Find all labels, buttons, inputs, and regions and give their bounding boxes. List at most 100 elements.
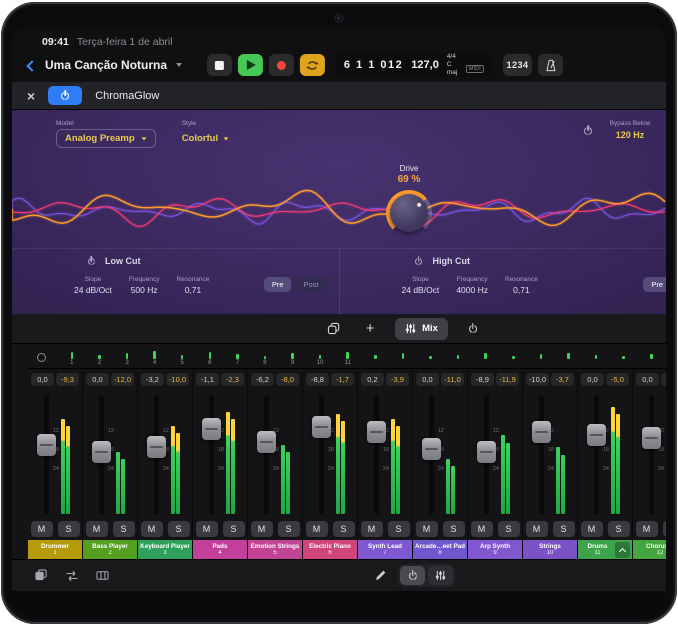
track-name-label[interactable]: Keyboard Player 3 [138, 540, 192, 559]
pan-value[interactable]: 0,0 [31, 373, 54, 386]
overview-slot[interactable]: 11 [334, 346, 362, 367]
volume-value[interactable]: -3,9 [386, 373, 409, 386]
bypass-control[interactable]: Bypass Below 120 Hz [610, 120, 651, 140]
track-name-label[interactable]: Synth Lead 7 [358, 540, 412, 559]
plugin-power-button[interactable] [48, 86, 82, 105]
faders-view-button[interactable] [428, 566, 453, 585]
overview-slot[interactable] [362, 346, 390, 367]
fader-handle[interactable] [477, 441, 496, 463]
bypass-power-icon[interactable] [583, 125, 594, 136]
mute-button[interactable]: M [581, 521, 603, 537]
fader-handle[interactable] [37, 434, 56, 456]
mute-button[interactable]: M [636, 521, 658, 537]
fader-handle[interactable] [147, 436, 166, 458]
stack-icon[interactable] [34, 569, 48, 582]
mute-button[interactable]: M [196, 521, 218, 537]
solo-button[interactable]: S [223, 521, 245, 537]
overview-slot[interactable]: 2 [86, 346, 114, 367]
track-name-label[interactable]: Bass Player 2 [83, 540, 137, 559]
model-select[interactable]: Analog Preamp [56, 129, 156, 148]
swap-icon[interactable] [65, 570, 79, 582]
overview-slot[interactable]: 5 [168, 346, 196, 367]
overview-slot[interactable] [472, 346, 500, 367]
volume-value[interactable]: -8,0 [276, 373, 299, 386]
duplicate-button[interactable] [321, 318, 345, 340]
mute-button[interactable]: M [416, 521, 438, 537]
overview-slot[interactable] [582, 346, 610, 367]
solo-button[interactable]: S [168, 521, 190, 537]
track-name-label[interactable]: Strings 10 [523, 540, 577, 559]
overview-slot[interactable] [417, 346, 445, 367]
fader-handle[interactable] [202, 418, 221, 440]
high-cut-frequency[interactable]: Frequency 4000 Hz [456, 276, 488, 295]
mute-button[interactable]: M [471, 521, 493, 537]
power-view-button[interactable] [400, 566, 425, 585]
overview-slot[interactable]: 1 [58, 346, 86, 367]
volume-value[interactable]: -5,0 [606, 373, 629, 386]
cycle-button[interactable] [300, 54, 325, 76]
track-name-label[interactable]: Pads 4 [193, 540, 247, 559]
overview-slot[interactable]: 8 [251, 346, 279, 367]
count-in-button[interactable]: 1234 [503, 54, 532, 76]
overview-slot[interactable] [389, 346, 417, 367]
add-track-button[interactable]: + [358, 318, 382, 340]
overview-slot[interactable] [637, 346, 665, 367]
solo-button[interactable]: S [58, 521, 80, 537]
overview-slot[interactable]: 10 [306, 346, 334, 367]
solo-button[interactable]: S [333, 521, 355, 537]
mute-button[interactable]: M [361, 521, 383, 537]
overview-slot[interactable] [500, 346, 528, 367]
close-icon[interactable]: × [27, 89, 35, 103]
overview-slot[interactable]: 6 [196, 346, 224, 367]
chevron-down-icon[interactable] [176, 63, 182, 67]
solo-button[interactable]: S [388, 521, 410, 537]
stop-button[interactable] [207, 54, 232, 76]
overview-slot[interactable] [610, 346, 638, 367]
pan-value[interactable]: 0,0 [86, 373, 109, 386]
play-button[interactable] [238, 54, 263, 76]
high-cut-power-icon[interactable] [414, 256, 424, 266]
fader-handle[interactable] [422, 438, 441, 460]
fader-handle[interactable] [642, 427, 661, 449]
overview-slot[interactable] [555, 346, 583, 367]
solo-button[interactable]: S [113, 521, 135, 537]
solo-button[interactable]: S [498, 521, 520, 537]
model-control[interactable]: Model Analog Preamp [56, 120, 156, 148]
record-button[interactable] [269, 54, 294, 76]
mute-button[interactable]: M [526, 521, 548, 537]
overview-slot[interactable]: 7 [224, 346, 252, 367]
pan-value[interactable]: -3,2 [141, 373, 164, 386]
pan-value[interactable]: 0,0 [581, 373, 604, 386]
low-cut-power-icon[interactable] [86, 256, 96, 266]
mixer-power-button[interactable] [461, 318, 485, 340]
fader-handle[interactable] [312, 416, 331, 438]
fader-handle[interactable] [367, 421, 386, 443]
mute-button[interactable]: M [306, 521, 328, 537]
fader-handle[interactable] [587, 424, 606, 446]
pencil-icon[interactable] [374, 569, 387, 582]
track-name-label[interactable]: Drummer 1 [28, 540, 82, 559]
mute-button[interactable]: M [31, 521, 53, 537]
solo-button[interactable]: S [443, 521, 465, 537]
solo-button[interactable]: S [278, 521, 300, 537]
volume-value[interactable]: -11,9 [496, 373, 519, 386]
overview-slot[interactable]: 9 [279, 346, 307, 367]
back-icon[interactable] [26, 60, 37, 71]
volume-value[interactable]: -1,7 [331, 373, 354, 386]
track-name-label[interactable]: Drums 11 [578, 540, 632, 559]
overview-all-icon[interactable] [37, 353, 46, 362]
mute-button[interactable]: M [86, 521, 108, 537]
high-cut-slope[interactable]: Slope 24 dB/Oct [402, 276, 440, 295]
track-name-label[interactable]: Emotion Strings 5 [248, 540, 302, 559]
volume-value[interactable]: -10,0 [166, 373, 189, 386]
volume-value[interactable]: -12,0 [111, 373, 134, 386]
pan-value[interactable]: -10,0 [526, 373, 549, 386]
lcd-display[interactable]: 6 1 1 012 127,0 4/4 C maj MIDI [335, 53, 493, 77]
pre-button[interactable]: Pre [264, 277, 292, 292]
pre-button[interactable]: Pre [643, 277, 666, 292]
pan-value[interactable]: 0,2 [361, 373, 384, 386]
overview-slot[interactable] [444, 346, 472, 367]
post-button[interactable]: Post [295, 277, 326, 292]
piano-icon[interactable] [96, 570, 109, 581]
overview-slot[interactable]: 4 [141, 346, 169, 367]
